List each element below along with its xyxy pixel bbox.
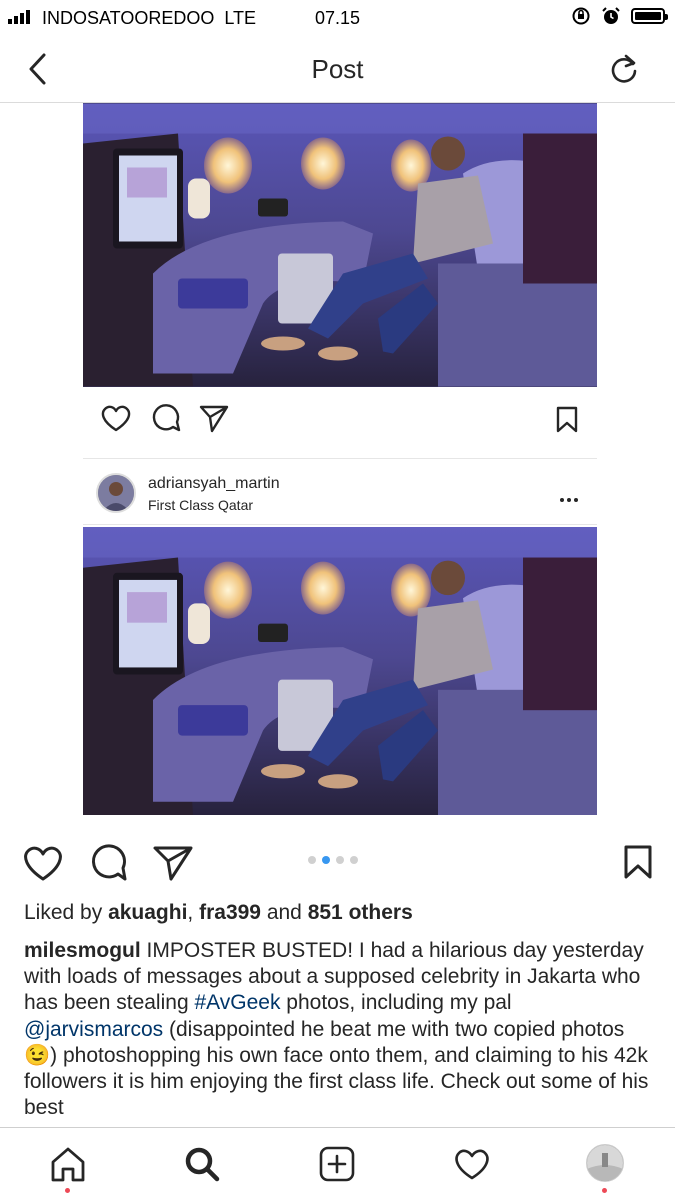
post-caption: milesmogul IMPOSTER BUSTED! I had a hila…	[24, 938, 654, 1121]
embedded-location: First Class Qatar	[148, 497, 254, 513]
orientation-lock-icon	[572, 7, 590, 25]
more-options-icon	[560, 489, 581, 507]
tab-bar	[0, 1127, 675, 1201]
home-icon[interactable]	[48, 1146, 88, 1182]
likes-and: and	[260, 901, 308, 924]
pager-dot	[308, 856, 316, 864]
likes-count[interactable]: 851 others	[308, 901, 413, 924]
caption-hashtag[interactable]: #AvGeek	[194, 991, 280, 1014]
page-title: Post	[311, 54, 364, 84]
divider	[83, 458, 597, 459]
battery-icon	[631, 8, 668, 24]
notification-dot	[65, 1188, 70, 1193]
search-icon[interactable]	[183, 1145, 221, 1183]
pager-dot	[350, 856, 358, 864]
embedded-bookmark-icon	[556, 406, 578, 433]
likes-prefix: Liked by	[24, 901, 109, 924]
liker-username[interactable]: fra399	[199, 901, 261, 924]
caption-text: photos, including my pal	[280, 991, 512, 1015]
caption-username[interactable]: milesmogul	[24, 939, 141, 962]
avatar	[96, 473, 136, 513]
status-bar: INDOSATOOREDOO LTE 07.15	[0, 0, 675, 36]
post-image[interactable]: adriansyah_martin First Class Qatar	[0, 103, 675, 823]
bookmark-icon[interactable]	[622, 844, 654, 880]
navigation-header: Post	[0, 36, 675, 103]
new-post-icon[interactable]	[318, 1145, 356, 1183]
likes-summary[interactable]: Liked by akuaghi, fra399 and 851 others	[24, 901, 413, 925]
carousel-pager	[308, 856, 358, 864]
embedded-heart-icon	[101, 405, 131, 432]
embedded-username: adriansyah_martin	[148, 475, 280, 492]
status-icons	[571, 6, 668, 26]
embedded-comment-icon	[152, 404, 181, 432]
notification-dot	[602, 1188, 607, 1193]
caption-mention[interactable]: @jarvismarcos	[24, 1018, 163, 1041]
comment-icon[interactable]	[88, 843, 128, 883]
like-heart-icon[interactable]	[22, 844, 64, 882]
pager-dot	[336, 856, 344, 864]
embedded-photo-bottom	[83, 527, 597, 815]
share-icon[interactable]	[152, 844, 194, 882]
profile-avatar[interactable]	[586, 1144, 624, 1182]
embedded-photo-top	[83, 103, 597, 387]
embedded-share-icon	[199, 405, 229, 433]
activity-icon[interactable]	[452, 1147, 492, 1181]
alarm-icon	[602, 7, 620, 24]
pager-dot-active	[322, 856, 330, 864]
refresh-icon[interactable]	[609, 53, 639, 85]
liker-username[interactable]: akuaghi	[108, 901, 187, 924]
divider	[83, 524, 597, 525]
likes-separator: ,	[187, 901, 200, 924]
